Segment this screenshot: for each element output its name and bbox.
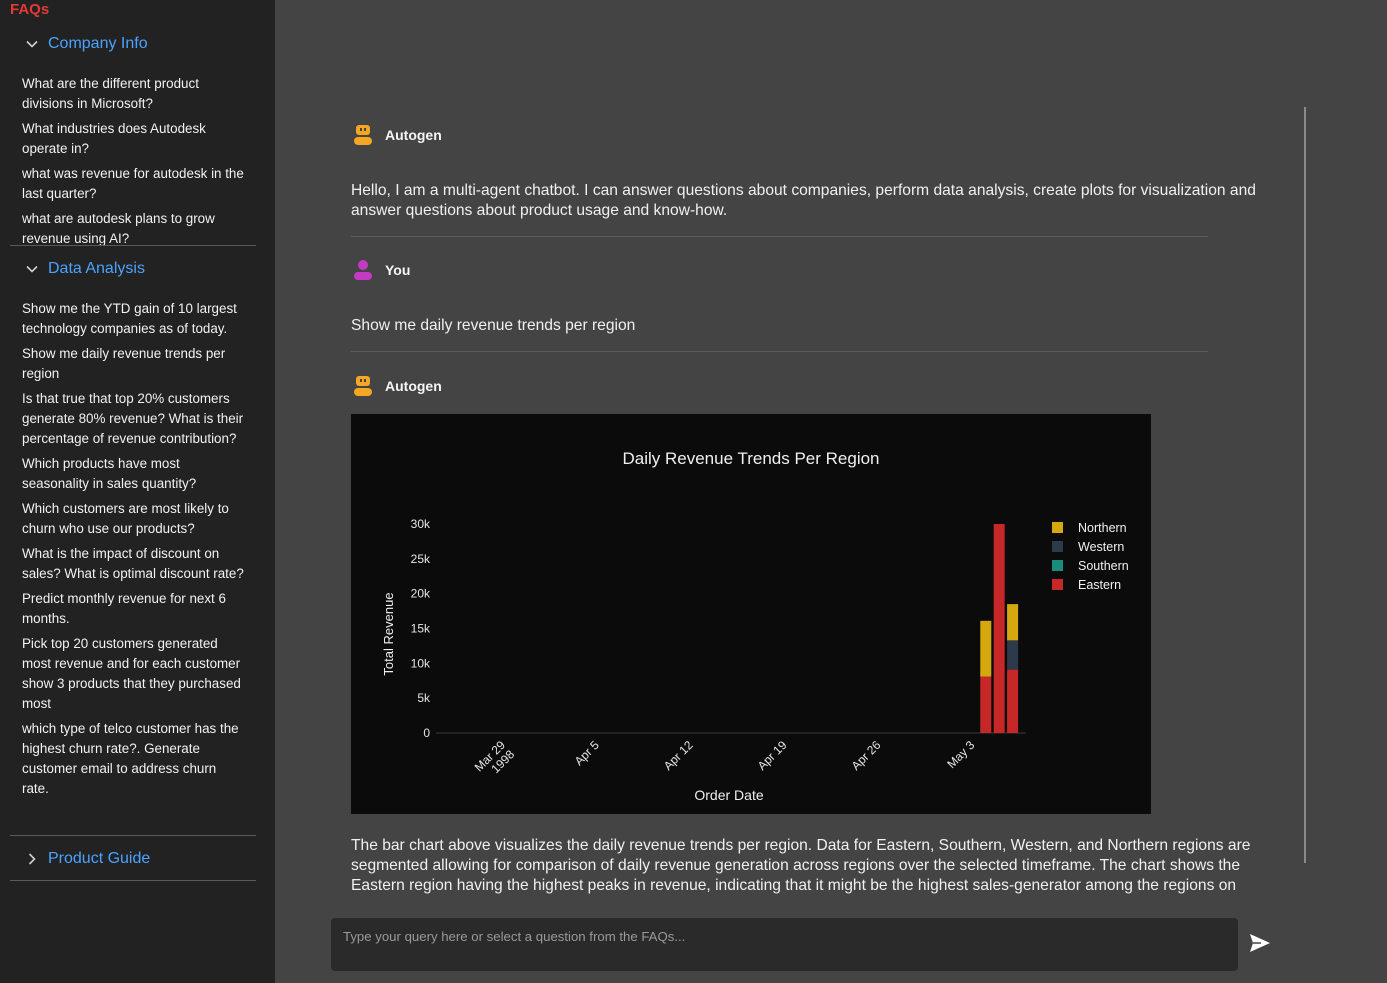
chevron-down-icon (22, 37, 42, 51)
x-tick-label: Apr 12 (661, 738, 696, 773)
faq-item[interactable]: Which customers are most likely to churn… (10, 497, 256, 542)
y-tick-label: 0 (423, 726, 430, 740)
section-divider (10, 880, 256, 881)
chart-title: Daily Revenue Trends Per Region (622, 449, 879, 468)
section-company-info: Company Info What are the different prod… (10, 29, 256, 252)
bot-icon (351, 374, 375, 398)
section-label: Company Info (48, 35, 148, 52)
y-tick-label: 15k (411, 622, 431, 636)
y-tick-label: 25k (411, 552, 431, 566)
message-header: Autogen (351, 123, 442, 147)
faq-title: FAQs (10, 1, 50, 18)
section-header-data-analysis[interactable]: Data Analysis (10, 254, 256, 284)
faq-item[interactable]: Show me the YTD gain of 10 largest techn… (10, 297, 256, 342)
message-separator (351, 351, 1208, 352)
message-author: You (385, 262, 411, 278)
x-tick-label: Mar 291998 (472, 738, 518, 776)
y-tick-label: 10k (411, 656, 431, 670)
send-button[interactable] (1247, 930, 1273, 956)
bar-western[interactable] (1007, 640, 1019, 670)
legend-swatch (1052, 579, 1063, 590)
message-separator (351, 236, 1208, 237)
faq-item[interactable]: Pick top 20 customers generated most rev… (10, 632, 256, 717)
section-header-company-info[interactable]: Company Info (10, 29, 256, 59)
x-tick-text: Apr 5 (572, 738, 602, 768)
faq-item[interactable]: Predict monthly revenue for next 6 month… (10, 587, 256, 632)
section-divider (10, 835, 256, 836)
section-divider (10, 245, 256, 246)
faq-item[interactable]: What industries does Autodesk operate in… (10, 117, 256, 162)
x-tick-text: May 3 (944, 738, 977, 771)
y-tick-label: 30k (411, 517, 431, 531)
y-axis: 0 5k 10k 15k 20k 25k 30k (411, 517, 1026, 740)
user-icon (351, 258, 375, 282)
chevron-down-icon (22, 262, 42, 276)
legend-swatch (1052, 541, 1063, 552)
chart-legend: Northern Western Southern Eastern (1052, 521, 1129, 592)
scrollbar[interactable] (1304, 107, 1306, 863)
faq-item[interactable]: Is that true that top 20% customers gene… (10, 387, 256, 452)
y-axis-label: Total Revenue (381, 592, 396, 675)
y-tick-label: 5k (417, 691, 431, 705)
legend-label[interactable]: Southern (1078, 559, 1129, 573)
faq-item[interactable]: which type of telco customer has the hig… (10, 717, 256, 802)
query-input-box (331, 918, 1238, 971)
bar-eastern[interactable] (993, 524, 1005, 733)
legend-swatch (1052, 560, 1063, 571)
chevron-right-icon (22, 852, 42, 866)
faq-item[interactable]: Show me daily revenue trends per region (10, 342, 256, 387)
bot-icon (351, 123, 375, 147)
legend-label[interactable]: Eastern (1078, 578, 1121, 592)
message-text: Hello, I am a multi-agent chatbot. I can… (351, 182, 1256, 219)
bar-eastern[interactable] (1007, 669, 1019, 733)
message-text: The bar chart above visualizes the daily… (351, 837, 1251, 894)
x-tick-label: Apr 5 (572, 738, 602, 768)
x-tick-label: May 3 (944, 738, 977, 771)
section-header-product-guide[interactable]: Product Guide (10, 844, 256, 874)
bar-northern[interactable] (1007, 604, 1019, 641)
legend-label[interactable]: Northern (1078, 521, 1127, 535)
chart-bars (980, 524, 1019, 733)
chat-main: Autogen Hello, I am a multi-agent chatbo… (275, 0, 1387, 983)
chart-svg: Daily Revenue Trends Per Region 0 5k 10k 15… (381, 449, 1129, 803)
revenue-chart: Daily Revenue Trends Per Region 0 5k 10k 15… (351, 414, 1151, 814)
faq-item[interactable]: What are the different product divisions… (10, 72, 256, 117)
y-tick-label: 20k (411, 587, 431, 601)
faq-sidebar: FAQs Company Info What are the different… (0, 0, 275, 983)
x-tick-label: Apr 19 (755, 738, 790, 773)
message-header: Autogen (351, 374, 442, 398)
bar-eastern[interactable] (980, 676, 992, 733)
section-label: Data Analysis (48, 260, 145, 277)
section-label: Product Guide (48, 850, 151, 867)
x-tick-text: Apr 12 (661, 738, 696, 773)
message-text: Show me daily revenue trends per region (351, 317, 636, 334)
query-input[interactable] (331, 918, 1238, 971)
send-icon (1250, 934, 1270, 952)
faq-item[interactable]: What is the impact of discount on sales?… (10, 542, 256, 587)
faq-item[interactable]: Which products have most seasonality in … (10, 452, 256, 497)
section-product-guide: Product Guide (10, 844, 256, 874)
section-data-analysis: Data Analysis Show me the YTD gain of 10… (10, 254, 256, 802)
bar-northern[interactable] (980, 620, 992, 677)
x-tick-text: Apr 19 (755, 738, 790, 773)
message-header: You (351, 258, 410, 282)
x-axis: Mar 291998 Apr 5 Apr 12 Apr 19 Apr 26 May 3 (472, 738, 978, 776)
message-author: Autogen (385, 378, 442, 394)
x-tick-text: Apr 26 (849, 738, 884, 773)
message-author: Autogen (385, 127, 442, 143)
faq-item[interactable]: what was revenue for autodesk in the las… (10, 162, 256, 207)
x-axis-label: Order Date (694, 787, 763, 803)
x-tick-label: Apr 26 (849, 738, 884, 773)
legend-swatch (1052, 522, 1063, 533)
legend-label[interactable]: Western (1078, 540, 1124, 554)
